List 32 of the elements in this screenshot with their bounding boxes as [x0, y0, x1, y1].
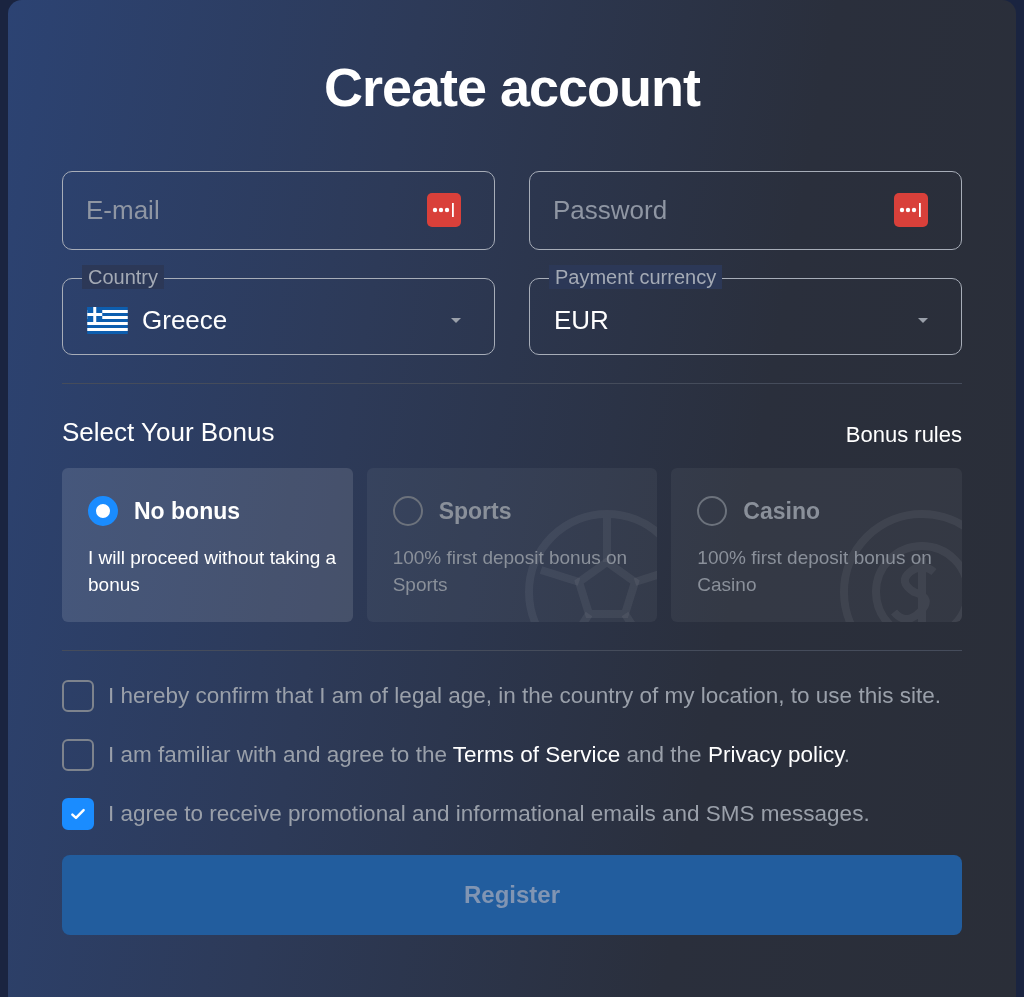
checkbox[interactable] [62, 798, 94, 830]
option-description: I will proceed without taking a bonus [88, 546, 338, 597]
option-description: 100% first deposit bonus on Casino [697, 546, 933, 597]
bonus-option-card[interactable]: Casino 100% first deposit bonus on Casino [671, 468, 962, 622]
consent-text: I hereby confirm that I am of legal age, in the country of my location, to use this site. [108, 682, 941, 710]
field-label: Country [82, 265, 165, 289]
password-manager-icon[interactable] [894, 193, 928, 227]
password-manager-icon[interactable] [427, 193, 461, 227]
dropdown-field[interactable]: Country Greece [62, 265, 495, 355]
checkbox[interactable] [62, 680, 94, 712]
consent-text: I agree to receive promotional and informational emails and SMS messages. [108, 800, 870, 828]
radio-button[interactable] [88, 496, 118, 526]
field-label: Payment currency [549, 265, 723, 289]
dropdown-field[interactable]: Payment currency EUR [529, 265, 962, 355]
radio-button[interactable] [392, 496, 423, 526]
option-title: No bonus [134, 497, 241, 525]
input-field[interactable]: Password [529, 171, 962, 250]
option-description: 100% first deposit bonus on Sports [392, 546, 629, 597]
checkbox[interactable] [62, 739, 94, 771]
policy-link[interactable]: Privacy policy [707, 742, 844, 767]
bonus-rules-link[interactable]: Bonus rules [845, 422, 962, 448]
radio-button[interactable] [697, 496, 728, 526]
dialog-title: Create account [322, 56, 702, 119]
consent-text: I am familiar with and agree to the Terms of Service and the Privacy policy. [108, 741, 851, 769]
policy-link[interactable]: Terms of Service [452, 742, 621, 767]
input-field[interactable]: E-mail [62, 171, 495, 250]
section-heading: Select Your Bonus [62, 417, 275, 448]
caret-icon [451, 318, 461, 323]
option-title: Casino [743, 497, 820, 525]
caret-icon [918, 318, 928, 323]
bonus-option-card[interactable]: No bonus I will proceed without taking a bonus [62, 468, 353, 622]
option-title: Sports [438, 497, 512, 525]
